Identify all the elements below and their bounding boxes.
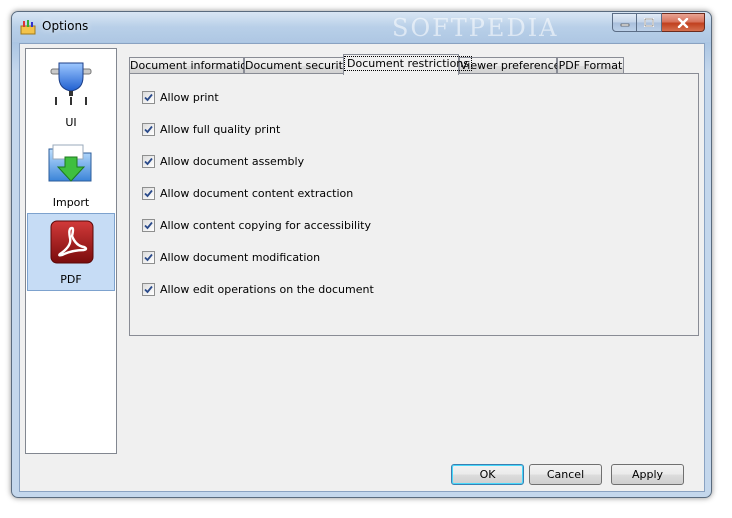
sidebar-item-import[interactable]: Import xyxy=(27,135,115,213)
tab-document-restrictions[interactable]: Document restrictions xyxy=(343,54,473,75)
sidebar-item-label: PDF xyxy=(60,273,82,286)
checkbox-label: Allow document assembly xyxy=(160,154,305,168)
minimize-icon xyxy=(620,23,629,26)
checkbox-box[interactable] xyxy=(142,218,155,232)
ui-plug-icon xyxy=(50,62,92,105)
close-icon xyxy=(677,17,689,28)
checkbox-label: Allow full quality print xyxy=(160,122,281,136)
checkbox-label: Allow edit operations on the document xyxy=(160,282,374,296)
allow-document-assembly-checkbox[interactable]: Allow document assembly xyxy=(142,153,304,169)
restrictions-panel: Allow print Allow full quality print All… xyxy=(129,73,699,336)
tab-viewer-preference[interactable]: Viewer preference xyxy=(459,57,561,74)
cancel-button[interactable]: Cancel xyxy=(529,464,602,485)
window-controls xyxy=(612,13,705,32)
watermark: SOFTPEDIA xyxy=(392,14,559,42)
allow-edit-operations-checkbox[interactable]: Allow edit operations on the document xyxy=(142,281,374,297)
tab-label: Document security xyxy=(245,59,350,72)
minimize-button[interactable] xyxy=(612,13,637,32)
checkbox-label: Allow print xyxy=(160,90,219,104)
close-button[interactable] xyxy=(662,13,705,32)
tab-label: Document information xyxy=(130,59,254,72)
checkmark-icon xyxy=(144,93,153,101)
checkmark-icon xyxy=(144,157,153,165)
apply-button[interactable]: Apply xyxy=(611,464,684,485)
tab-label: PDF Format xyxy=(558,59,623,72)
sidebar-item-label: UI xyxy=(65,116,77,129)
checkbox-label: Allow content copying for accessibility xyxy=(160,218,371,232)
sidebar-item-pdf[interactable]: PDF xyxy=(27,213,115,291)
sidebar-item-ui[interactable]: UI xyxy=(27,55,115,133)
checkbox-box[interactable] xyxy=(142,90,155,104)
tab-label: Document restrictions xyxy=(344,56,473,71)
window-title: Options xyxy=(42,19,89,33)
checkbox-box[interactable] xyxy=(142,250,155,264)
tab-pdf-format[interactable]: PDF Format xyxy=(557,57,624,74)
sidebar-item-label: Import xyxy=(52,196,90,209)
options-window: Options SOFTPEDIA UI Import PDF Document… xyxy=(11,11,712,498)
checkmark-icon xyxy=(144,125,153,133)
maximize-button[interactable] xyxy=(637,13,662,32)
checkbox-label: Allow document content extraction xyxy=(160,186,354,200)
tab-label: Viewer preference xyxy=(460,59,561,72)
checkbox-box[interactable] xyxy=(142,154,155,168)
category-sidebar: UI Import PDF xyxy=(25,48,117,454)
allow-content-extraction-checkbox[interactable]: Allow document content extraction xyxy=(142,185,353,201)
allow-accessibility-copying-checkbox[interactable]: Allow content copying for accessibility xyxy=(142,217,371,233)
checkmark-icon xyxy=(144,253,153,261)
checkmark-icon xyxy=(144,285,153,293)
checkmark-icon xyxy=(144,221,153,229)
pdf-acrobat-icon xyxy=(50,220,94,264)
maximize-icon xyxy=(644,18,654,27)
tab-document-security[interactable]: Document security xyxy=(244,57,349,74)
import-folder-icon xyxy=(48,144,92,182)
allow-document-modification-checkbox[interactable]: Allow document modification xyxy=(142,249,320,265)
dialog-client-area: UI Import PDF Document information Docum… xyxy=(19,43,705,492)
tab-document-information[interactable]: Document information xyxy=(129,57,254,74)
checkbox-box[interactable] xyxy=(142,282,155,296)
checkbox-box[interactable] xyxy=(142,122,155,136)
allow-print-checkbox[interactable]: Allow print xyxy=(142,89,219,105)
checkbox-label: Allow document modification xyxy=(160,250,321,264)
allow-full-quality-print-checkbox[interactable]: Allow full quality print xyxy=(142,121,280,137)
title-bar[interactable]: Options SOFTPEDIA xyxy=(12,12,711,42)
checkmark-icon xyxy=(144,189,153,197)
checkbox-box[interactable] xyxy=(142,186,155,200)
app-icon xyxy=(20,20,36,35)
ok-button[interactable]: OK xyxy=(451,464,524,485)
